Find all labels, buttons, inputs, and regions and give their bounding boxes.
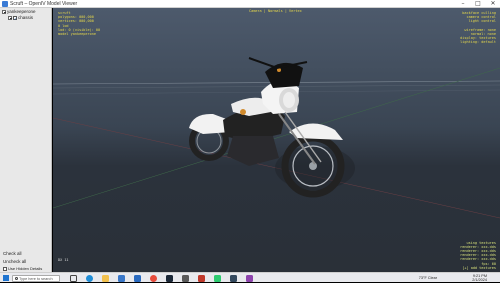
viewport-toolbar[interactable]: Camera | Normals | Vertex xyxy=(249,9,302,13)
search-icon xyxy=(14,277,18,280)
check-all-button[interactable]: Check all xyxy=(3,250,49,258)
windows-taskbar: Type here to search 73°F Clear 9:21 PM 2… xyxy=(0,272,500,282)
taskbar-search-box[interactable]: Type here to search xyxy=(12,274,60,282)
edge-icon[interactable] xyxy=(86,274,93,282)
steam-icon[interactable] xyxy=(166,274,173,282)
store-icon[interactable] xyxy=(118,274,125,282)
grid-floor xyxy=(53,57,500,219)
search-placeholder: Type here to search xyxy=(19,276,53,281)
renderer-label: DX 11 xyxy=(58,257,69,262)
hidden-details-checkbox[interactable] xyxy=(3,266,7,271)
chassis-checkbox[interactable]: ✓ xyxy=(13,15,17,20)
tree-item-chassis[interactable]: ✓chassis xyxy=(8,15,33,21)
minimize-button[interactable]: – xyxy=(456,0,470,8)
chrome-icon[interactable] xyxy=(150,274,157,282)
window-title: Scruft – OpenIV Model Viewer xyxy=(10,1,78,7)
tree-root-label: yankeeperone xyxy=(7,9,36,14)
weather-widget[interactable]: 73°F Clear xyxy=(419,276,437,280)
motorcycle-model xyxy=(189,57,355,198)
collapse-icon[interactable] xyxy=(2,9,6,14)
3d-viewport[interactable]: Camera | Normals | Vertex scruft polygon… xyxy=(53,8,500,272)
app-icon xyxy=(2,1,8,7)
textures-overlay[interactable]: using textures renderer: xxx.dds rendere… xyxy=(460,241,496,270)
task-view-icon[interactable] xyxy=(70,274,77,282)
hidden-details-label: Use Hidden Details xyxy=(8,266,43,271)
clock[interactable]: 9:21 PM 2/1/2024 xyxy=(472,274,487,283)
title-bar: Scruft – OpenIV Model Viewer – □ ✕ xyxy=(0,0,500,8)
model-tree-panel: yankeeperone ✓chassis Check all Uncheck … xyxy=(0,8,52,272)
mail-icon[interactable] xyxy=(134,274,141,282)
app-icon[interactable] xyxy=(246,274,253,282)
openiv-icon[interactable] xyxy=(198,274,205,282)
maximize-button[interactable]: □ xyxy=(471,0,485,8)
file-explorer-icon[interactable] xyxy=(102,274,109,282)
expand-icon[interactable] xyxy=(8,15,12,20)
app-icon[interactable] xyxy=(230,274,237,282)
uncheck-all-button[interactable]: Uncheck all xyxy=(3,258,49,266)
view-options-overlay[interactable]: backface culling camera control light co… xyxy=(460,11,496,45)
tree-item-label: chassis xyxy=(18,15,34,20)
model-stats-overlay: scruft polygons: 000,000 vertices: 000,0… xyxy=(58,11,101,37)
windows-start-icon[interactable] xyxy=(3,275,9,281)
model-viewer-window: Scruft – OpenIV Model Viewer – □ ✕ yanke… xyxy=(0,0,500,272)
app-icon[interactable] xyxy=(214,274,221,282)
game-icon[interactable] xyxy=(182,274,189,282)
close-button[interactable]: ✕ xyxy=(486,0,500,8)
